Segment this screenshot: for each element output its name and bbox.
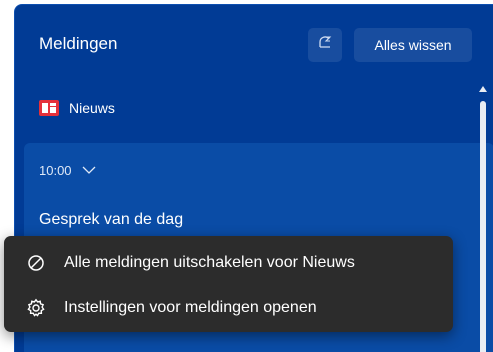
menu-item-open-notification-settings[interactable]: Instellingen voor meldingen openen [4,288,453,328]
chevron-down-icon[interactable] [82,163,96,178]
menu-item-label: Alle meldingen uitschakelen voor Nieuws [64,254,355,271]
menu-item-label: Instellingen voor meldingen openen [64,299,317,316]
panel-title: Meldingen [39,34,118,53]
notification-time-row[interactable]: 10:00 [39,163,96,178]
news-icon [39,100,59,116]
gear-icon [26,298,46,318]
scrollbar[interactable] [478,83,488,352]
focus-assist-button[interactable] [308,28,342,62]
context-menu: Alle meldingen uitschakelen voor Nieuws … [4,236,453,332]
scrollbar-thumb[interactable] [480,101,486,352]
app-group-header: Nieuws [39,100,115,116]
app-group-name: Nieuws [69,100,115,116]
menu-item-disable-notifications[interactable]: Alle meldingen uitschakelen voor Nieuws [4,243,453,283]
block-icon [26,253,46,273]
screen: Meldingen Alles wissen Nieuws 10:00 Gesp… [0,0,493,352]
scroll-up-arrow-icon[interactable] [478,83,488,95]
clear-all-button[interactable]: Alles wissen [354,28,472,62]
notification-time: 10:00 [39,163,72,178]
focus-assist-icon [317,35,333,56]
notification-headline: Gesprek van de dag [39,211,184,228]
